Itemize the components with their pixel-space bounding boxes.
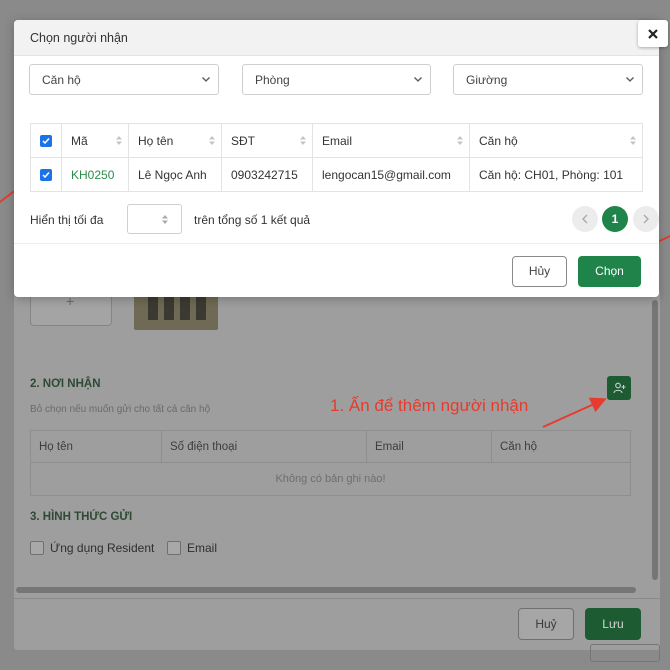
send-option-label: Email xyxy=(187,541,218,555)
total-results-label: trên tổng số 1 kết quả xyxy=(194,213,311,227)
modal-close-button[interactable] xyxy=(638,20,668,47)
background-corner-button[interactable] xyxy=(590,644,660,662)
select-all-cell xyxy=(31,124,61,158)
column-header-name[interactable]: Họ tên xyxy=(128,124,221,158)
send-option-label: Ứng dụng Resident xyxy=(50,541,155,555)
vertical-scrollbar[interactable] xyxy=(652,300,658,580)
column-header-apartment[interactable]: Căn hộ xyxy=(469,124,642,158)
chevron-right-icon xyxy=(643,214,649,224)
resident-code-link[interactable]: KH0250 xyxy=(61,158,128,192)
column-header: Căn hộ xyxy=(491,431,631,463)
section-recipients-title: 2. NƠI NHẬN xyxy=(30,378,101,390)
page-button-current[interactable]: 1 xyxy=(602,206,628,232)
table-header-row: Mã Họ tên SĐT Email Căn hộ xyxy=(31,124,642,158)
horizontal-scrollbar[interactable] xyxy=(16,587,636,593)
sort-icon xyxy=(209,136,215,145)
add-recipient-button[interactable] xyxy=(607,376,631,400)
spinner-icon xyxy=(162,215,168,224)
chevron-left-icon xyxy=(582,214,588,224)
residents-table: Mã Họ tên SĐT Email Căn hộ KH0250 Lê Ngọ… xyxy=(30,123,643,192)
sort-icon xyxy=(457,136,463,145)
row-select-cell xyxy=(31,158,61,192)
column-header-phone[interactable]: SĐT xyxy=(221,124,312,158)
resident-apartment: Căn hộ: CH01, Phòng: 101 xyxy=(469,158,642,192)
select-all-checkbox[interactable] xyxy=(40,135,52,147)
page-size-input[interactable] xyxy=(127,204,182,234)
annotation-text: 1. Ấn để thêm người nhận xyxy=(330,396,529,415)
chevron-down-icon xyxy=(626,77,634,82)
form-save-button[interactable]: Lưu xyxy=(585,608,641,640)
resident-email: lengocan15@gmail.com xyxy=(312,158,469,192)
modal-header: Chọn người nhận xyxy=(14,20,659,56)
pagination-bar: Hiển thị tối đa trên tổng số 1 kết quả 1 xyxy=(30,204,659,234)
check-icon xyxy=(42,138,50,145)
resident-name: Lê Ngọc Anh xyxy=(128,158,221,192)
section-recipients-hint: Bỏ chọn nếu muốn gửi cho tất cả căn hộ xyxy=(30,404,211,415)
apartment-filter-select[interactable]: Căn hộ xyxy=(29,64,219,95)
choose-button[interactable]: Chọn xyxy=(578,256,641,287)
select-value: Căn hộ xyxy=(42,73,81,87)
sort-icon xyxy=(630,136,636,145)
previous-page-button[interactable] xyxy=(572,206,598,232)
send-option-email[interactable]: Email xyxy=(167,541,217,555)
select-value: Phòng xyxy=(255,73,290,87)
recipients-table-header: Họ tên Số điện thoại Email Căn hộ xyxy=(31,431,630,463)
footer-divider xyxy=(14,598,660,599)
modal-title: Chọn người nhận xyxy=(30,31,128,45)
select-recipient-modal: Chọn người nhận Căn hộ Phòng Giường Mã H… xyxy=(14,20,659,297)
resident-phone: 0903242715 xyxy=(221,158,312,192)
column-header: Số điện thoại xyxy=(161,431,366,463)
form-cancel-button[interactable]: Huỷ xyxy=(518,608,574,640)
column-header: Họ tên xyxy=(39,441,73,453)
section-send-method-title: 3. HÌNH THỨC GỬI xyxy=(30,511,133,523)
table-row[interactable]: KH0250 Lê Ngọc Anh 0903242715 lengocan15… xyxy=(31,158,642,192)
send-option-resident-app[interactable]: Ứng dụng Resident xyxy=(30,541,154,555)
chevron-down-icon xyxy=(202,77,210,82)
close-icon xyxy=(648,28,658,39)
chevron-down-icon xyxy=(414,77,422,82)
select-value: Giường xyxy=(466,73,508,87)
check-icon xyxy=(42,172,50,179)
sort-icon xyxy=(116,136,122,145)
sort-icon xyxy=(300,136,306,145)
page-size-label: Hiển thị tối đa xyxy=(30,213,104,227)
modal-cancel-button[interactable]: Hủy xyxy=(512,256,567,287)
add-user-icon xyxy=(612,382,625,394)
column-header-email[interactable]: Email xyxy=(312,124,469,158)
next-page-button[interactable] xyxy=(633,206,659,232)
checkbox[interactable] xyxy=(167,541,181,555)
bed-filter-select[interactable]: Giường xyxy=(453,64,643,95)
recipients-table: Họ tên Số điện thoại Email Căn hộ Không … xyxy=(30,430,631,496)
row-checkbox[interactable] xyxy=(40,169,52,181)
room-filter-select[interactable]: Phòng xyxy=(242,64,431,95)
column-header-code[interactable]: Mã xyxy=(61,124,128,158)
modal-footer-divider xyxy=(14,243,659,244)
checkbox[interactable] xyxy=(30,541,44,555)
empty-state-text: Không có bản ghi nào! xyxy=(275,473,386,485)
column-header: Email xyxy=(366,431,491,463)
